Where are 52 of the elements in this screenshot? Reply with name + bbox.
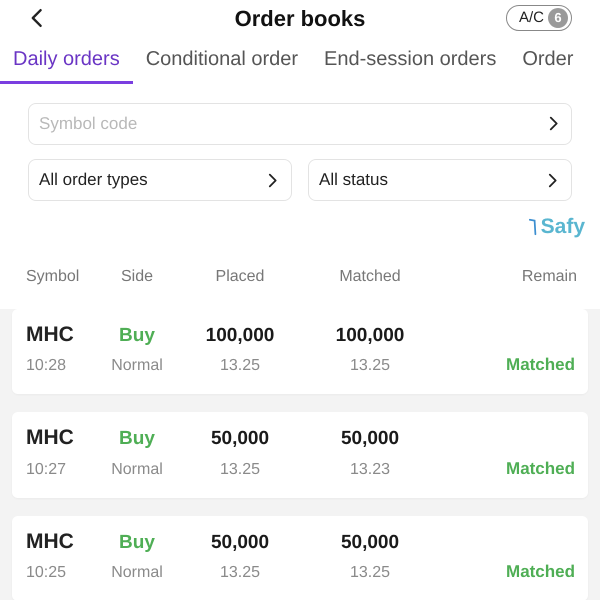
order-card[interactable]: MHC Buy 50,000 50,000 10:25 Normal 13.25 13.25 Matched: [12, 516, 588, 600]
status-dropdown[interactable]: All status: [308, 159, 572, 201]
symbol-text: MHC: [26, 528, 74, 554]
placed-quantity: 100,000: [206, 324, 274, 348]
tab[interactable]: Order: [509, 36, 586, 84]
page-title: Order books: [234, 4, 366, 32]
order-card[interactable]: MHC Buy 50,000 50,000 10:27 Normal 13.25 13.23 Matched: [12, 412, 588, 498]
column-header: Symbol: [26, 266, 80, 286]
placed-quantity: 50,000: [210, 530, 270, 554]
chevron-right-icon: [268, 172, 277, 188]
matched-price: 13.25: [350, 563, 390, 583]
side-text: Buy: [119, 530, 155, 554]
placed-quantity: 50,000: [210, 427, 270, 451]
chevron-right-icon: [549, 116, 558, 131]
bracket-logo-icon: [528, 218, 537, 236]
status-text: Matched: [506, 354, 575, 376]
matched-quantity: 50,000: [340, 530, 400, 554]
placed-price: 13.25: [220, 563, 260, 583]
account-label: A/C: [518, 8, 544, 28]
order-card[interactable]: MHC Buy 100,000 100,000 10:28 Normal 13.25 13.25 Matched: [12, 308, 588, 394]
status-text: Matched: [506, 458, 575, 480]
account-button[interactable]: A/C 6: [506, 5, 572, 31]
column-header: Matched: [339, 266, 401, 286]
side-text: Buy: [119, 324, 155, 348]
symbol-text: MHC: [26, 322, 74, 348]
column-header: Placed: [216, 266, 264, 286]
order-type-text: Normal: [111, 356, 163, 376]
back-chevron-icon: [31, 8, 43, 28]
column-header: Side: [120, 266, 154, 286]
order-type-dropdown[interactable]: All order types: [28, 159, 292, 201]
order-time: 10:25: [26, 563, 66, 583]
brand-logo-text: Safy: [540, 214, 585, 240]
symbol-text: MHC: [26, 425, 74, 451]
column-header: Remain: [522, 266, 577, 286]
order-time: 10:27: [26, 460, 66, 480]
tab[interactable]: Conditional order: [132, 36, 312, 84]
tab[interactable]: End-session orders: [311, 36, 510, 84]
matched-quantity: 100,000: [336, 324, 404, 348]
symbol-field[interactable]: Symbol code: [28, 103, 572, 145]
order-time: 10:28: [26, 356, 66, 376]
matched-quantity: 50,000: [340, 427, 400, 451]
order-type-text: Normal: [111, 563, 163, 583]
status-text: Matched: [506, 561, 575, 583]
matched-price: 13.23: [350, 460, 390, 480]
placed-price: 13.25: [220, 356, 260, 376]
account-count-badge: 6: [548, 8, 568, 28]
order-type-text: Normal: [111, 460, 163, 480]
placed-price: 13.25: [220, 460, 260, 480]
matched-price: 13.25: [350, 356, 390, 376]
chevron-right-icon: [548, 172, 557, 188]
tab[interactable]: Daily orders: [0, 36, 133, 84]
side-text: Buy: [119, 427, 155, 451]
